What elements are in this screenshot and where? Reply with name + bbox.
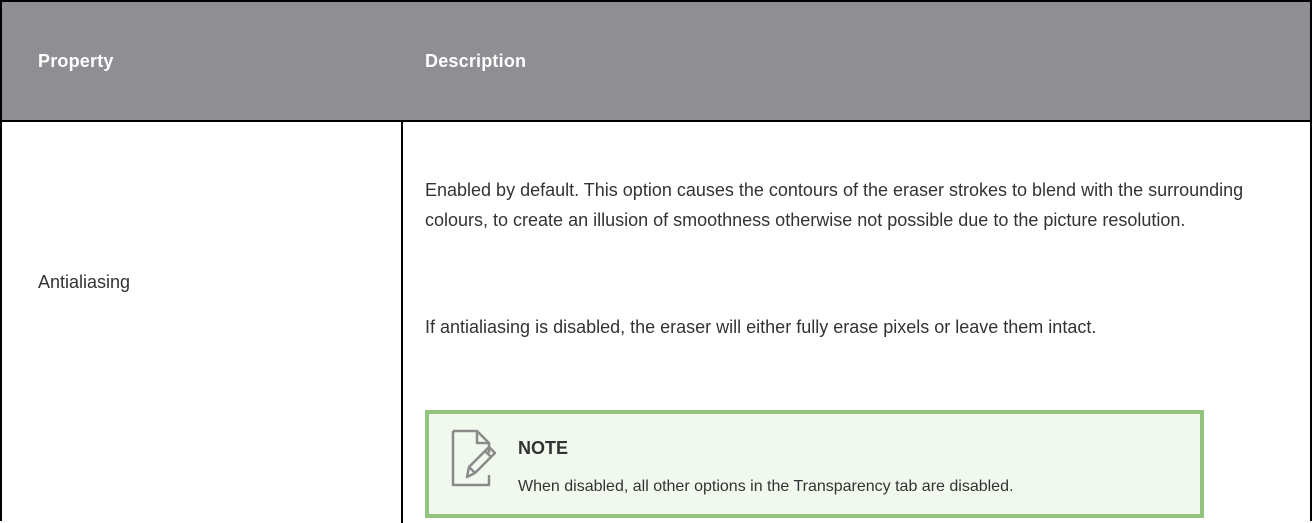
property-name-cell: Antialiasing (38, 272, 131, 292)
description-paragraph-1: Enabled by default. This option causes t… (425, 180, 1244, 230)
header-description: Description (425, 50, 527, 71)
description-paragraph-2: If antialiasing is disabled, the eraser … (425, 317, 1097, 337)
table-header-row: Property Description (2, 2, 1310, 122)
note-title: NOTE (518, 438, 569, 458)
note-edit-icon (451, 429, 497, 487)
note-callout: NOTE When disabled, all other options in… (425, 410, 1204, 518)
properties-table: Property Description Antialiasing Enable… (0, 0, 1312, 523)
column-divider (401, 122, 403, 523)
note-text: When disabled, all other options in the … (518, 478, 1014, 495)
header-property: Property (38, 50, 114, 71)
